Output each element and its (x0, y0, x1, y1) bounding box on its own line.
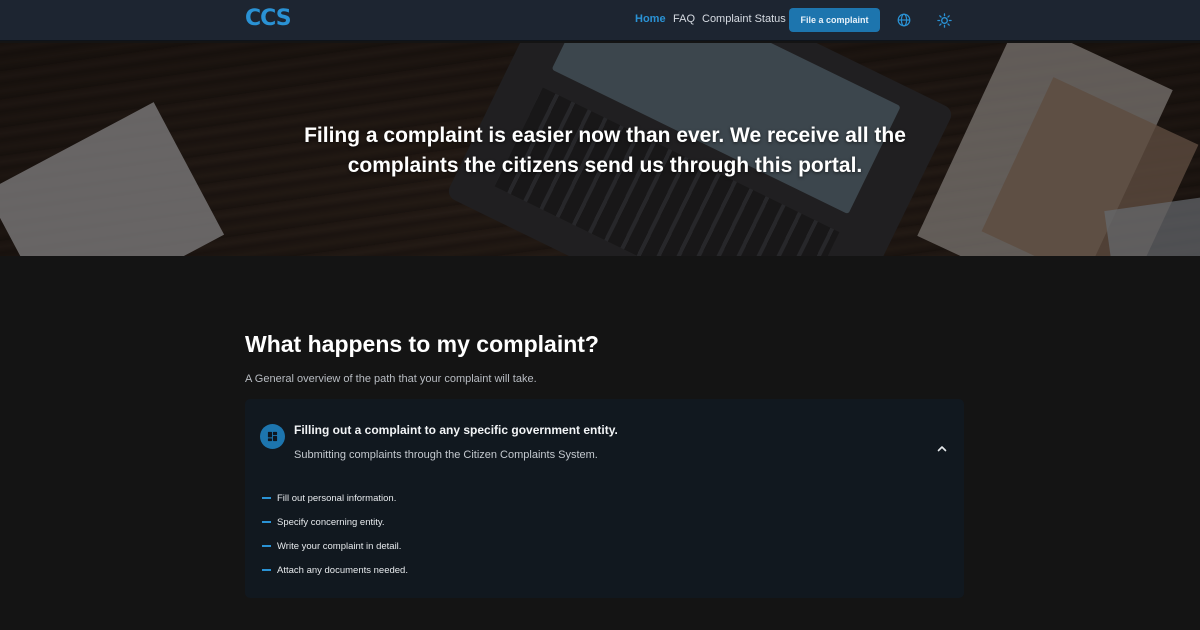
chevron-up-icon[interactable] (934, 440, 950, 456)
list-item: Write your complaint in detail. (262, 534, 408, 558)
dash-icon (262, 569, 271, 571)
sun-icon[interactable] (936, 12, 952, 28)
globe-icon[interactable] (896, 12, 912, 28)
hero-banner: Filing a complaint is easier now than ev… (0, 43, 1200, 256)
list-item: Attach any documents needed. (262, 558, 408, 582)
accordion-subtitle: Submitting complaints through the Citize… (294, 449, 598, 461)
navbar: CCS Home FAQ Complaint Status File a com… (0, 0, 1200, 41)
file-complaint-button[interactable]: File a complaint (789, 8, 880, 32)
nav-link-complaint-status[interactable]: Complaint Status (702, 13, 786, 25)
list-item: Fill out personal information. (262, 486, 408, 510)
accordion-card: Filling out a complaint to any specific … (245, 399, 964, 598)
step-label: Write your complaint in detail. (277, 540, 402, 552)
steps-list: Fill out personal information. Specify c… (262, 486, 408, 582)
step-label: Attach any documents needed. (277, 564, 408, 576)
logo[interactable]: CCS (245, 6, 292, 31)
list-item: Specify concerning entity. (262, 510, 408, 534)
dash-icon (262, 545, 271, 547)
dashboard-icon (260, 424, 285, 449)
dash-icon (262, 497, 271, 499)
step-label: Specify concerning entity. (277, 516, 385, 528)
hero-title: Filing a complaint is easier now than ev… (304, 124, 906, 177)
step-label: Fill out personal information. (277, 492, 397, 504)
dash-icon (262, 521, 271, 523)
section-title: What happens to my complaint? (245, 331, 599, 357)
accordion-title[interactable]: Filling out a complaint to any specific … (294, 423, 618, 437)
nav-link-faq[interactable]: FAQ (673, 13, 695, 25)
nav-link-home[interactable]: Home (635, 13, 666, 25)
section-subtitle: A General overview of the path that your… (245, 373, 537, 385)
